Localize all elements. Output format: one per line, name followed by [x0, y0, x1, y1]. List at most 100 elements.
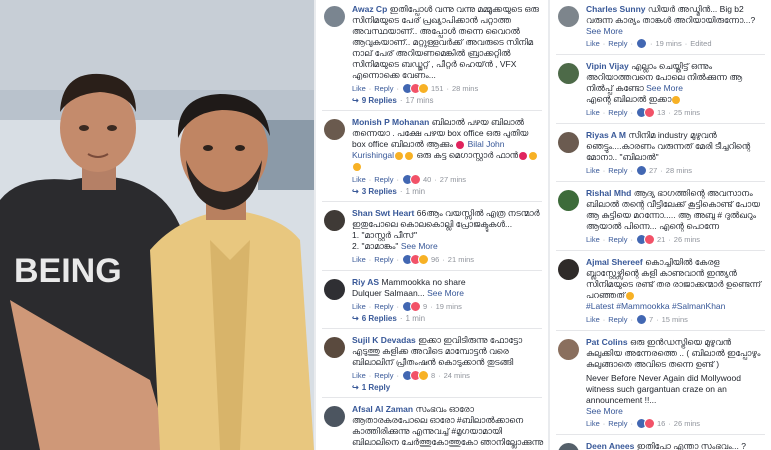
- avatar[interactable]: [558, 190, 579, 211]
- avatar[interactable]: [324, 337, 345, 358]
- view-replies-link[interactable]: ↪ 3 Replies · 1 min: [316, 187, 548, 196]
- avatar[interactable]: [558, 259, 579, 280]
- view-replies-link[interactable]: ↪ 9 Replies · 17 mins: [316, 96, 548, 105]
- reply-button[interactable]: Reply: [608, 419, 627, 428]
- reply-button[interactable]: Reply: [374, 371, 393, 380]
- reaction-icons[interactable]: 9: [401, 301, 427, 312]
- replies-count[interactable]: 1 Reply: [362, 383, 390, 392]
- comment-time[interactable]: 15 mins: [662, 315, 688, 324]
- comment-time[interactable]: 26 mins: [674, 235, 700, 244]
- reaction-count: 27: [648, 166, 658, 175]
- comment-author[interactable]: Pat Colins: [586, 337, 628, 347]
- reaction-icons[interactable]: 27: [635, 165, 658, 176]
- reply-button[interactable]: Reply: [608, 235, 627, 244]
- reply-button[interactable]: Reply: [608, 39, 627, 48]
- hashtag-links[interactable]: #Latest #Mammookka #SalmanKhan: [586, 301, 767, 312]
- like-reaction-icon: [635, 314, 647, 325]
- comment-actions: Like · Reply · 151 · 28 mins: [352, 83, 479, 94]
- comment-author[interactable]: Charles Sunny: [586, 4, 646, 14]
- reaction-icons[interactable]: 21: [635, 234, 665, 245]
- like-button[interactable]: Like: [586, 39, 600, 48]
- avatar[interactable]: [324, 119, 345, 140]
- comment-text: ഇതിപ്പോൾ വന്നു വന്നു മമ്മൂക്കയുടെ ഒരു സി…: [352, 4, 539, 80]
- avatar[interactable]: [324, 406, 345, 427]
- comments-column-middle: Awaz Cp ഇതിപ്പോൾ വന്നു വന്നു മമ്മൂക്കയുട…: [316, 0, 548, 450]
- comment-author[interactable]: Riy AS: [352, 277, 379, 287]
- see-more-link[interactable]: See More: [401, 241, 438, 251]
- reaction-icons[interactable]: 16: [635, 418, 666, 429]
- comment-time[interactable]: 28 mins: [666, 166, 692, 175]
- divider: [556, 181, 765, 182]
- comment-author[interactable]: Rishal Mhd: [586, 188, 631, 198]
- like-button[interactable]: Like: [352, 255, 366, 264]
- see-more-link[interactable]: See More: [586, 26, 767, 36]
- like-button[interactable]: Like: [586, 419, 600, 428]
- avatar[interactable]: [324, 279, 345, 300]
- avatar[interactable]: [558, 339, 579, 360]
- comment-time[interactable]: 28 mins: [452, 84, 478, 93]
- comment-author[interactable]: Ajmal Shereef: [586, 257, 643, 267]
- comment-author[interactable]: Deen Anees: [586, 441, 634, 450]
- reaction-icons[interactable]: 151: [401, 83, 443, 94]
- like-button[interactable]: Like: [352, 175, 366, 184]
- view-replies-link[interactable]: ↪ 1 Reply: [316, 383, 548, 392]
- comment-time[interactable]: 26 mins: [674, 419, 700, 428]
- see-more-link[interactable]: See More: [586, 406, 767, 416]
- divider: [322, 328, 542, 329]
- avatar[interactable]: [558, 6, 579, 27]
- divider: [556, 54, 765, 55]
- like-button[interactable]: Like: [586, 315, 600, 324]
- see-more-link[interactable]: See More: [646, 83, 683, 93]
- reaction-icons[interactable]: 96: [401, 254, 439, 265]
- comment-time[interactable]: 19 mins: [655, 39, 681, 48]
- view-replies-link[interactable]: ↪ 6 Replies · 1 min: [316, 314, 548, 323]
- reply-arrow-icon: ↪: [352, 383, 359, 392]
- comment-author[interactable]: Vipin Vijay: [586, 61, 629, 71]
- reaction-count: 40: [422, 175, 432, 184]
- comment-author[interactable]: Awaz Cp: [352, 4, 387, 14]
- comment-actions: Like · Reply · 21 · 26 mins: [586, 234, 701, 245]
- reaction-icons[interactable]: 7: [635, 314, 653, 325]
- comment-actions: Like · Reply · 9 · 19 mins: [352, 301, 462, 312]
- comment-time[interactable]: 24 mins: [444, 371, 470, 380]
- replies-count[interactable]: 6 Replies: [362, 314, 397, 323]
- avatar[interactable]: [558, 63, 579, 84]
- comment-time[interactable]: 19 mins: [436, 302, 462, 311]
- reaction-count: 16: [656, 419, 666, 428]
- avatar[interactable]: [558, 443, 579, 450]
- reaction-icons[interactable]: [635, 38, 647, 49]
- comment-author[interactable]: Sujil K Devadas: [352, 335, 416, 345]
- post-photo[interactable]: BEING: [0, 0, 314, 450]
- comment-author[interactable]: Monish P Mohanan: [352, 117, 429, 127]
- like-button[interactable]: Like: [352, 302, 366, 311]
- like-button[interactable]: Like: [586, 235, 600, 244]
- replies-count[interactable]: 3 Replies: [362, 187, 397, 196]
- reply-button[interactable]: Reply: [608, 315, 627, 324]
- like-button[interactable]: Like: [586, 108, 600, 117]
- reply-button[interactable]: Reply: [374, 175, 393, 184]
- avatar[interactable]: [558, 132, 579, 153]
- comment-time[interactable]: 27 mins: [440, 175, 466, 184]
- avatar[interactable]: [324, 210, 345, 231]
- comment-author[interactable]: Afsal Al Zaman: [352, 404, 413, 414]
- reply-button[interactable]: Reply: [608, 108, 627, 117]
- like-button[interactable]: Like: [586, 166, 600, 175]
- reaction-icons[interactable]: 13: [635, 107, 665, 118]
- comment-time[interactable]: 25 mins: [674, 108, 700, 117]
- comment-time[interactable]: 21 mins: [448, 255, 474, 264]
- like-button[interactable]: Like: [352, 84, 366, 93]
- avatar[interactable]: [324, 6, 345, 27]
- reply-button[interactable]: Reply: [374, 84, 393, 93]
- reply-button[interactable]: Reply: [374, 302, 393, 311]
- reaction-icons[interactable]: 8: [401, 370, 435, 381]
- reply-button[interactable]: Reply: [608, 166, 627, 175]
- reaction-icons[interactable]: 40: [401, 174, 432, 185]
- comment: Sujil K Devadas ഇക്കാ ഇവിടിരുന്നു ഫോട്ടോ…: [316, 335, 548, 381]
- haha-reaction-icon: [417, 83, 429, 94]
- like-button[interactable]: Like: [352, 371, 366, 380]
- replies-count[interactable]: 9 Replies: [362, 96, 397, 105]
- comment-author[interactable]: Shan Swt Heart: [352, 208, 414, 218]
- see-more-link[interactable]: See More: [427, 288, 464, 298]
- reply-button[interactable]: Reply: [374, 255, 393, 264]
- comment-author[interactable]: Riyas A M: [586, 130, 626, 140]
